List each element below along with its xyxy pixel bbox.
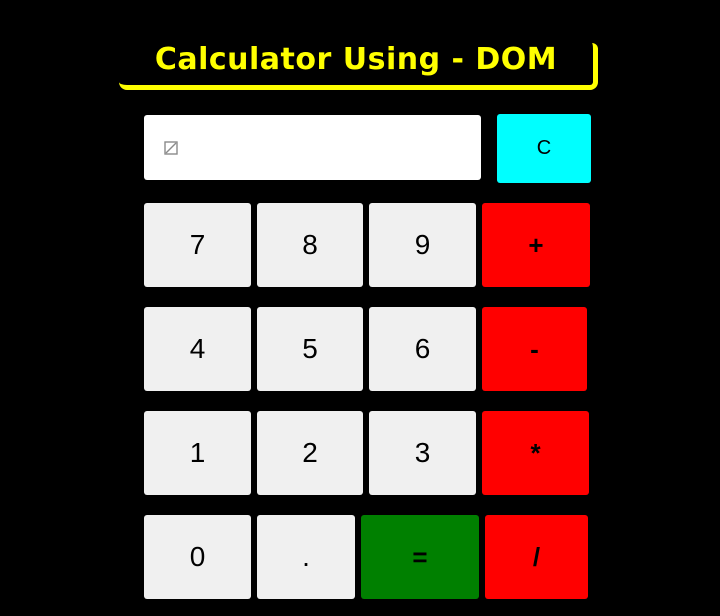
decimal-point-button[interactable]: . [257,515,355,599]
multiply-button[interactable]: * [482,411,589,495]
subtract-button[interactable]: - [482,307,587,391]
title-frame: Calculator Using - DOM [119,43,598,90]
divide-button[interactable]: / [485,515,588,599]
digit-2-button[interactable]: 2 [257,411,363,495]
digit-6-button[interactable]: 6 [369,307,476,391]
digit-3-button[interactable]: 3 [369,411,476,495]
digit-9-button[interactable]: 9 [369,203,476,287]
broken-image-icon [164,140,178,155]
equals-button[interactable]: = [361,515,479,599]
calculator-display[interactable] [144,115,481,180]
digit-0-button[interactable]: 0 [144,515,251,599]
digit-5-button[interactable]: 5 [257,307,363,391]
digit-7-button[interactable]: 7 [144,203,251,287]
add-button[interactable]: + [482,203,590,287]
page-title: Calculator Using - DOM [154,42,558,77]
calculator-page: Calculator Using - DOM C 7 8 9 + 4 5 6 -… [0,0,720,616]
digit-1-button[interactable]: 1 [144,411,251,495]
digit-8-button[interactable]: 8 [257,203,363,287]
clear-button[interactable]: C [497,114,591,183]
digit-4-button[interactable]: 4 [144,307,251,391]
